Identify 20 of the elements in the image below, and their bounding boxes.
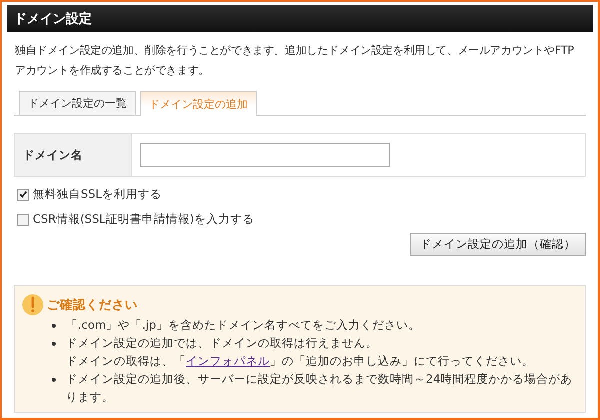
field-label: ドメイン名 <box>15 134 132 176</box>
submit-button[interactable]: ドメイン設定の追加（確認） <box>410 233 586 256</box>
notice-text: ドメイン設定の追加後、サーバーに設定が反映されるまで数時間～24時間程度かかる場合があります。 <box>66 371 574 406</box>
description-text: 独自ドメイン設定の追加、削除を行うことができます。追加したドメイン設定を利用して、メールアカウントやFTPアカウントを作成することができます。 <box>15 43 576 79</box>
domain-input-field[interactable] <box>140 143 390 167</box>
notice-title: ご確認ください <box>47 296 138 314</box>
bullet-icon <box>52 378 56 382</box>
notice-text: 「.com」や「.jp」を含めたドメイン名すべてをご入力ください。 <box>66 317 420 334</box>
checkbox[interactable] <box>17 214 29 226</box>
page-title: ドメイン設定 <box>14 10 92 28</box>
checkbox[interactable] <box>17 188 29 200</box>
bullet-icon <box>52 342 56 346</box>
warning-icon <box>22 294 44 316</box>
checkbox-label: 無料独自SSLを利用する <box>33 187 162 202</box>
bullet-icon <box>52 324 56 328</box>
checkbox-label: CSR情報(SSL証明書申請情報)を入力する <box>33 212 254 227</box>
info-panel-link[interactable]: インフォパネル <box>186 354 270 368</box>
notice-text: ドメイン設定の追加では、ドメインの取得は行えません。 <box>66 335 379 352</box>
notice-text: ドメインの取得は、「インフォパネル」の「追加のお申し込み」にて行ってください。 <box>66 353 534 370</box>
tab[interactable]: ドメイン設定の一覧 <box>19 91 136 115</box>
